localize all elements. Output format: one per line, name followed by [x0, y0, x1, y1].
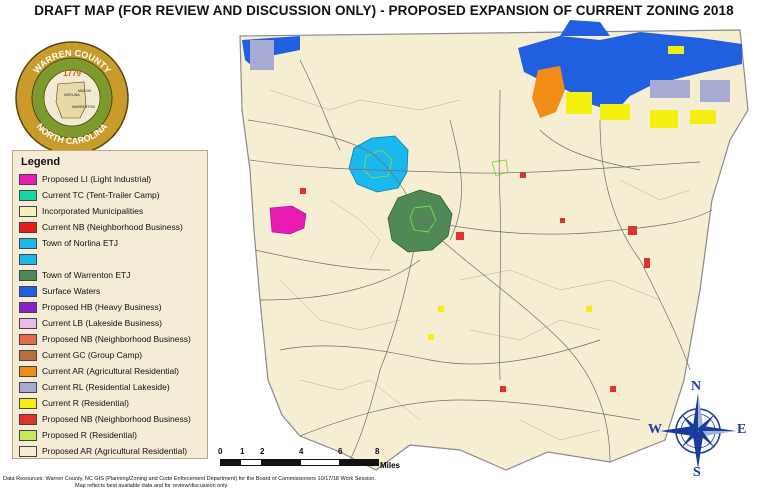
- legend-swatch: [19, 189, 37, 201]
- footnote-line: Data Resources: Warren County, NC GIS (P…: [3, 476, 376, 482]
- legend-swatch: [19, 269, 37, 281]
- legend-title: Legend: [21, 156, 61, 168]
- legend-swatch: [19, 173, 37, 185]
- scale-bar-graphic: [220, 459, 379, 466]
- legend-label: Current NB (Neighborhood Business): [42, 222, 183, 232]
- legend-item: Current AR (Agricultural Residential): [19, 363, 201, 379]
- legend-label: Current LB (Lakeside Business): [42, 318, 163, 328]
- legend-swatch: [19, 397, 37, 409]
- legend-label: Town of Warrenton ETJ: [42, 270, 131, 280]
- legend-swatch: [19, 445, 37, 457]
- scale-tick: 2: [260, 447, 265, 456]
- residential-parcel: [428, 334, 434, 340]
- map-legend: Legend Proposed LI (Light Industrial) Cur…: [12, 150, 208, 459]
- county-seal: WARREN COUNTY NORTH CAROLINA 1779 NORLIN…: [15, 41, 129, 155]
- legend-item: Incorporated Municipalities: [19, 203, 201, 219]
- compass-north: N: [691, 379, 702, 394]
- legend-item: Proposed LI (Light Industrial): [19, 171, 201, 187]
- legend-swatch: [19, 349, 37, 361]
- legend-swatch: [19, 429, 37, 441]
- legend-swatch: [19, 301, 37, 313]
- legend-item: Proposed NB (Neighborhood Business): [19, 331, 201, 347]
- legend-item: Current NB (Neighborhood Business): [19, 219, 201, 235]
- business-parcel: [610, 386, 616, 392]
- legend-item: Town of Warrenton ETJ: [19, 267, 201, 283]
- scale-units: Miles: [380, 461, 401, 470]
- residential-zone: [566, 92, 592, 114]
- legend-item: Proposed NB (Neighborhood Business): [19, 411, 201, 427]
- residential-zone: [690, 110, 716, 124]
- lake-arm: [560, 20, 610, 36]
- business-parcel: [644, 258, 650, 268]
- legend-item: [19, 251, 201, 267]
- legend-label: Proposed AR (Agricultural Residential): [42, 446, 188, 456]
- legend-label: Current TC (Tent-Trailer Camp): [42, 190, 160, 200]
- lakeside-zone: [250, 40, 274, 70]
- business-parcel: [500, 386, 506, 392]
- business-parcel: [560, 218, 565, 223]
- legend-label: Proposed NB (Neighborhood Business): [42, 414, 191, 424]
- legend-swatch: [19, 221, 37, 233]
- footnote-line: Map reflects best available data and for…: [75, 483, 229, 489]
- scale-tick: 0: [218, 447, 223, 456]
- residential-parcel: [438, 306, 444, 312]
- legend-item: Current R (Residential): [19, 395, 201, 411]
- legend-swatch: [19, 413, 37, 425]
- legend-swatch: [19, 333, 37, 345]
- residential-zone: [600, 104, 630, 120]
- business-parcel: [300, 188, 306, 194]
- legend-item: Current GC (Group Camp): [19, 347, 201, 363]
- legend-label: Proposed R (Residential): [42, 430, 137, 440]
- legend-item: Current TC (Tent-Trailer Camp): [19, 187, 201, 203]
- legend-item: Proposed HB (Heavy Business): [19, 299, 201, 315]
- compass-east: E: [737, 422, 747, 437]
- legend-label: Surface Waters: [42, 286, 101, 296]
- legend-swatch: [19, 253, 37, 265]
- legend-item: Proposed AR (Agricultural Residential): [19, 443, 201, 459]
- business-parcel: [628, 226, 637, 235]
- legend-item: Town of Norlina ETJ: [19, 235, 201, 251]
- legend-item: Current LB (Lakeside Business): [19, 315, 201, 331]
- legend-swatch: [19, 381, 37, 393]
- legend-label: Town of Norlina ETJ: [42, 238, 119, 248]
- legend-swatch: [19, 237, 37, 249]
- legend-label: Current R (Residential): [42, 398, 129, 408]
- legend-swatch: [19, 317, 37, 329]
- business-parcel: [456, 232, 464, 240]
- scale-tick: 1: [240, 447, 245, 456]
- legend-swatch: [19, 365, 37, 377]
- legend-item: Proposed R (Residential): [19, 427, 201, 443]
- data-sources-note: Data Resources: Warren County, NC GIS (P…: [3, 476, 483, 490]
- residential-parcel: [586, 306, 592, 312]
- scale-tick: 6: [338, 447, 343, 456]
- legend-label: Proposed LI (Light Industrial): [42, 174, 152, 184]
- legend-items: Proposed LI (Light Industrial) Current TC…: [19, 171, 201, 459]
- residential-zone: [668, 46, 684, 54]
- legend-swatch: [19, 285, 37, 297]
- legend-label: Current AR (Agricultural Residential): [42, 366, 179, 376]
- seal-year: 1779: [63, 69, 81, 78]
- business-parcel: [520, 172, 526, 178]
- legend-label: Incorporated Municipalities: [42, 206, 144, 216]
- seal-place-macon: MACON: [78, 89, 92, 93]
- compass-south: S: [693, 465, 701, 480]
- legend-swatch: [19, 205, 37, 217]
- lakeside-zone: [650, 80, 690, 98]
- compass-rose: N S W E: [648, 379, 747, 481]
- legend-label: Proposed NB (Neighborhood Business): [42, 334, 191, 344]
- legend-item: Current RL (Residential Lakeside): [19, 379, 201, 395]
- county-outline-icon: [55, 81, 87, 119]
- lakeside-zone: [700, 80, 730, 102]
- scale-tick: 8: [375, 447, 380, 456]
- legend-label: Proposed HB (Heavy Business): [42, 302, 162, 312]
- legend-item: Surface Waters: [19, 283, 201, 299]
- scale-bar: 0 1 2 4 6 8 Miles: [215, 447, 425, 471]
- seal-place-norlina: NORLINA: [64, 93, 80, 97]
- residential-zone: [650, 110, 678, 128]
- legend-label: Current RL (Residential Lakeside): [42, 382, 170, 392]
- legend-label: Current GC (Group Camp): [42, 350, 143, 360]
- scale-tick: 4: [299, 447, 304, 456]
- compass-west: W: [648, 422, 662, 437]
- seal-place-warrenton: WARRENTON: [72, 105, 95, 109]
